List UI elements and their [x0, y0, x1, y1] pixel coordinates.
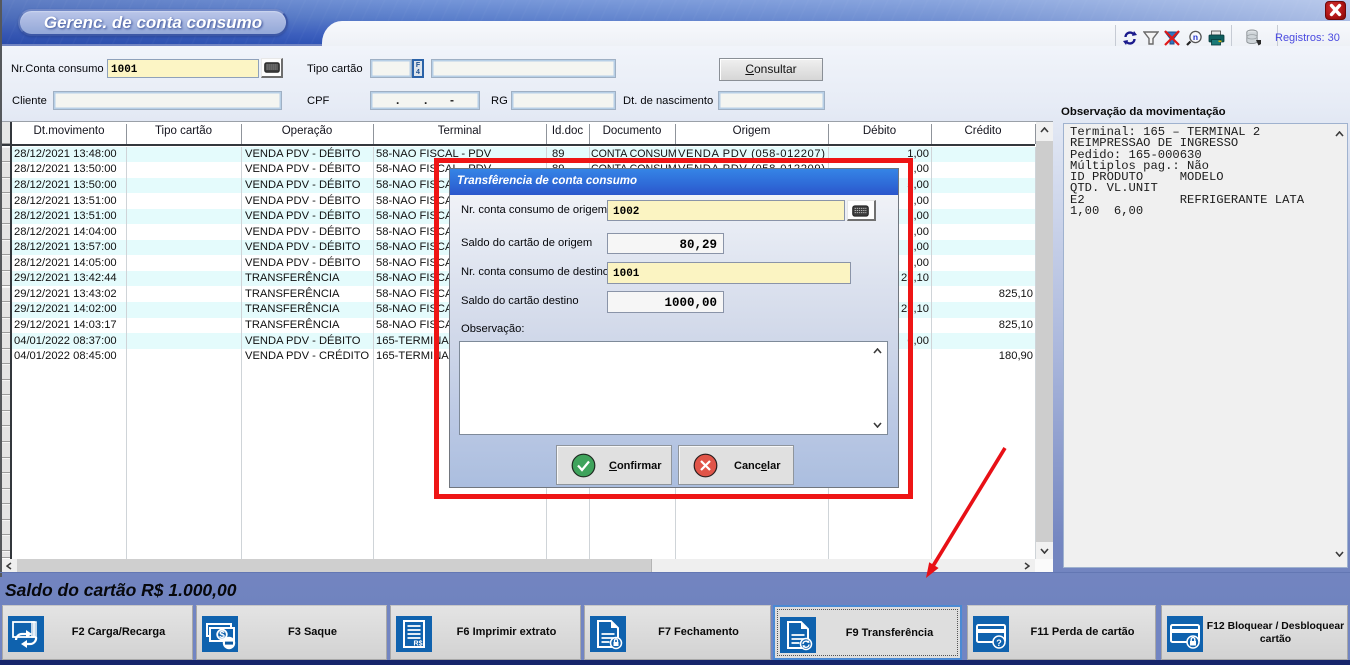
svg-text:n: n — [1193, 32, 1198, 42]
svg-text:?: ? — [996, 638, 1002, 648]
svg-text:R$: R$ — [414, 641, 423, 648]
